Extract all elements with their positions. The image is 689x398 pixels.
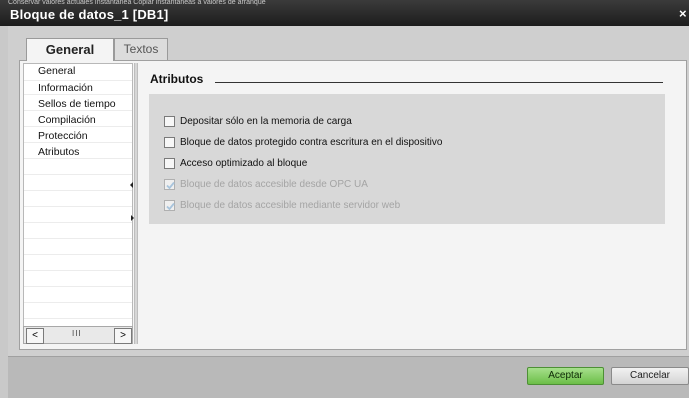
tab-general[interactable]: General bbox=[26, 38, 114, 61]
checkbox-checked bbox=[164, 178, 175, 190]
nav-item-sellos-de-tiempo[interactable]: Sellos de tiempo bbox=[38, 98, 116, 110]
checkmark-icon bbox=[166, 202, 175, 210]
option-acceso-optimizado[interactable]: Acceso optimizado al bloque bbox=[164, 156, 307, 170]
scroll-right-button[interactable]: > bbox=[114, 328, 132, 344]
nav-row-divider bbox=[24, 190, 132, 191]
nav-row-divider bbox=[24, 80, 132, 81]
section-divider bbox=[215, 82, 663, 83]
scroll-thumb[interactable]: III bbox=[72, 329, 82, 338]
nav-row-divider bbox=[24, 222, 132, 223]
checkbox[interactable] bbox=[164, 136, 175, 148]
nav-item-general[interactable]: General bbox=[38, 65, 75, 77]
checkbox-label: Depositar sólo en la memoria de carga bbox=[180, 115, 352, 127]
checkbox-label: Bloque de datos accesible mediante servi… bbox=[180, 199, 401, 211]
accept-button[interactable]: Aceptar bbox=[527, 367, 604, 385]
nav-row-divider bbox=[24, 302, 132, 303]
nav-row-divider bbox=[24, 206, 132, 207]
checkbox[interactable] bbox=[164, 157, 175, 169]
nav-item-atributos[interactable]: Atributos bbox=[38, 146, 79, 158]
nav-row-divider bbox=[24, 94, 132, 95]
checkbox-label: Bloque de datos accesible desde OPC UA bbox=[180, 178, 368, 190]
nav-item-compilacion[interactable]: Compilación bbox=[38, 114, 96, 126]
checkbox-checked bbox=[164, 199, 175, 211]
nav-horizontal-scrollbar[interactable]: < III > bbox=[23, 326, 133, 344]
nav-row-divider bbox=[24, 254, 132, 255]
nav-item-informacion[interactable]: Información bbox=[38, 82, 93, 94]
properties-nav-list: General Información Sellos de tiempo Com… bbox=[23, 63, 133, 344]
checkbox-label: Bloque de datos protegido contra escritu… bbox=[180, 136, 443, 148]
nav-row-divider bbox=[24, 142, 132, 143]
expand-right-arrow-icon[interactable] bbox=[131, 215, 134, 221]
nav-row-divider bbox=[24, 238, 132, 239]
checkbox-label: Acceso optimizado al bloque bbox=[180, 157, 308, 169]
section-title: Atributos bbox=[150, 72, 204, 86]
collapse-left-arrow-icon[interactable] bbox=[130, 182, 133, 188]
nav-row-divider bbox=[24, 158, 132, 159]
scroll-left-button[interactable]: < bbox=[26, 328, 44, 344]
option-depositar-memoria-carga[interactable]: Depositar sólo en la memoria de carga bbox=[164, 114, 352, 128]
option-accesible-opc-ua: Bloque de datos accesible desde OPC UA bbox=[164, 177, 368, 191]
checkbox[interactable] bbox=[164, 115, 175, 127]
pane-splitter[interactable] bbox=[130, 63, 138, 344]
nav-row-divider bbox=[24, 286, 132, 287]
nav-row-divider bbox=[24, 318, 132, 319]
nav-row-divider bbox=[24, 126, 132, 127]
nav-row-divider bbox=[24, 270, 132, 271]
background-toolbar-strip: Conservar valores actuales Instantánea C… bbox=[8, 0, 266, 6]
nav-row-divider bbox=[24, 174, 132, 175]
close-icon[interactable]: × bbox=[679, 6, 687, 21]
nav-row-divider bbox=[24, 110, 132, 111]
tab-textos[interactable]: Textos bbox=[114, 38, 168, 60]
dialog-title: Bloque de datos_1 [DB1] bbox=[10, 7, 169, 22]
cancel-button[interactable]: Cancelar bbox=[611, 367, 689, 385]
checkmark-icon bbox=[166, 181, 175, 189]
option-proteccion-escritura[interactable]: Bloque de datos protegido contra escritu… bbox=[164, 135, 442, 149]
option-accesible-servidor-web: Bloque de datos accesible mediante servi… bbox=[164, 198, 400, 212]
nav-item-proteccion[interactable]: Protección bbox=[38, 130, 88, 142]
